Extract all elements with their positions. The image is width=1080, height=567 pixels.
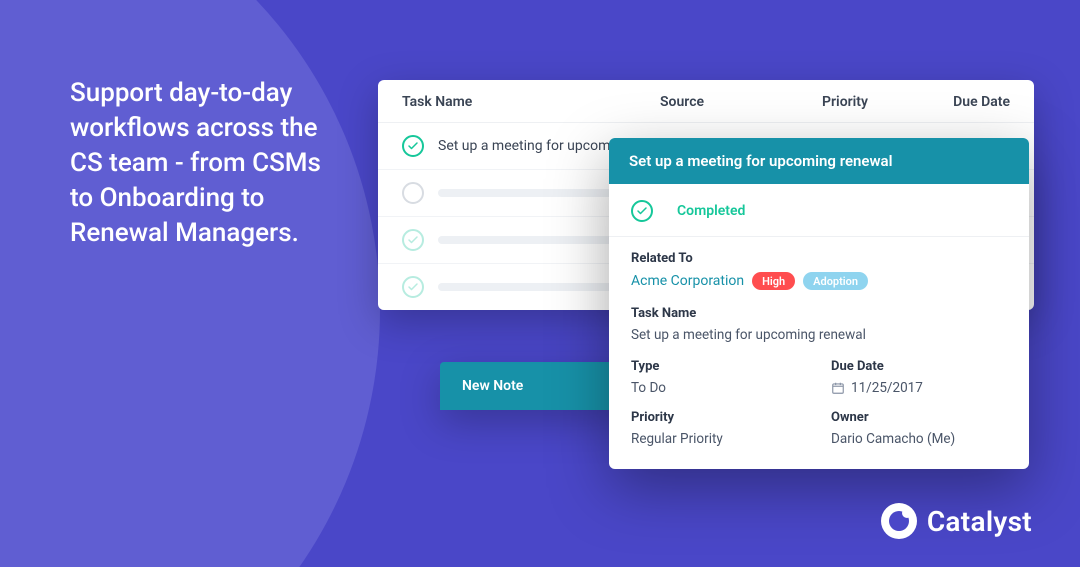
separator (609, 236, 1029, 237)
status-line[interactable]: Completed (631, 200, 1007, 222)
tasks-table-header: Task Name Source Priority Due Date (378, 80, 1034, 123)
taskname-value: Set up a meeting for upcoming renewal (631, 327, 1007, 343)
duedate-value: 11/25/2017 (851, 380, 923, 396)
page-headline: Support day-to-day workflows across the … (70, 76, 350, 251)
priority-label: Priority (631, 410, 807, 425)
duedate-label: Due Date (831, 359, 1007, 374)
new-note-card[interactable]: New Note (440, 362, 630, 410)
related-entity-link[interactable]: Acme Corporation (631, 273, 744, 289)
brand-logo-text: Catalyst (927, 505, 1032, 538)
owner-label: Owner (831, 410, 1007, 425)
owner-value: Dario Camacho (Me) (831, 431, 1007, 447)
type-value: To Do (631, 380, 807, 396)
check-circle-icon[interactable] (402, 135, 424, 157)
col-header-source[interactable]: Source (660, 94, 790, 110)
priority-value: Regular Priority (631, 431, 807, 447)
check-circle-icon[interactable] (402, 182, 424, 204)
detail-header: Set up a meeting for upcoming renewal (609, 138, 1029, 184)
related-to-label: Related To (631, 251, 1007, 266)
tag-pill-adoption[interactable]: Adoption (803, 272, 868, 290)
col-header-taskname[interactable]: Task Name (402, 94, 660, 110)
taskname-label: Task Name (631, 306, 1007, 321)
col-header-duedate[interactable]: Due Date (900, 94, 1010, 110)
status-text: Completed (677, 203, 745, 219)
calendar-icon (831, 381, 845, 395)
brand-logo-icon (881, 503, 917, 539)
col-header-priority[interactable]: Priority (790, 94, 900, 110)
check-circle-icon (631, 200, 653, 222)
task-detail-card: Set up a meeting for upcoming renewal Co… (609, 138, 1029, 469)
type-label: Type (631, 359, 807, 374)
tag-pill-high[interactable]: High (752, 272, 795, 290)
check-circle-icon[interactable] (402, 276, 424, 298)
brand-logo: Catalyst (881, 503, 1032, 539)
check-circle-icon[interactable] (402, 229, 424, 251)
